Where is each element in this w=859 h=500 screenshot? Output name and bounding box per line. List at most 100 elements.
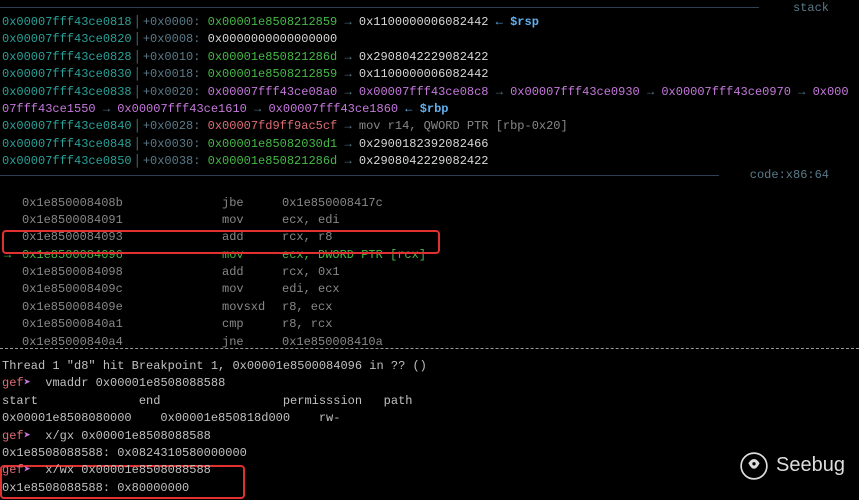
instr-operands: rcx, 0x1 (282, 265, 340, 279)
stack-addr: 0x00007fff43ce0830 (2, 67, 132, 81)
stack-val: 0x00007fff43ce08c8 (359, 85, 489, 99)
disasm-row: 0x1e8500084091movecx, edi (22, 212, 859, 229)
stack-addr: 0x00007fff43ce0820 (2, 32, 132, 46)
stack-val: 0x00007fff43ce08a0 (208, 85, 338, 99)
code-panel-label: code:x86:64 (750, 167, 829, 184)
stack-row: 0x00007fff43ce0838│+0x0020: 0x00007fff43… (2, 84, 859, 101)
instr-operands: 0x1e850008417c (282, 196, 383, 210)
gdb-console[interactable]: Thread 1 "d8" hit Breakpoint 1, 0x00001e… (2, 358, 857, 497)
disasm-row: 0x1e850008409emovsxdr8, ecx (22, 299, 859, 316)
vmmap-row: 0x00001e8508080000 0x00001e850818d000 rw… (2, 410, 857, 427)
stack-val: 0x2908042229082422 (359, 50, 489, 64)
instr-mnemonic: cmp (222, 316, 282, 333)
instr-addr: 0x1e850008408b (22, 195, 222, 212)
stack-offset: +0x0018: (143, 67, 208, 81)
stack-val: 0x2908042229082422 (359, 154, 489, 168)
stack-val: 0x0000000000000000 (208, 32, 338, 46)
stack-row: 0x00007fff43ce0848│+0x0030: 0x00001e8508… (2, 136, 859, 153)
code-rule (0, 175, 719, 176)
stack-row: 0x00007fff43ce0820│+0x0008: 0x0000000000… (2, 31, 859, 48)
disassembly: 0x1e850008408bjbe0x1e850008417c0x1e85000… (0, 195, 859, 352)
stack-addr: 0x00007fff43ce0838 (2, 85, 132, 99)
instr-mnemonic: jbe (222, 195, 282, 212)
stack-val: 0x00007fff43ce0970 (661, 85, 791, 99)
stack-val: 0x2900182392082466 (359, 137, 489, 151)
disasm-row: 0x1e85000840a1cmpr8, rcx (22, 316, 859, 333)
stack-offset: +0x0008: (143, 32, 208, 46)
stack-val: 0x000 (813, 85, 849, 99)
stack-panel-label: stack (793, 0, 829, 17)
stack-val: 0x00001e850821286d (208, 50, 338, 64)
stack-addr: 0x00007fff43ce0848 (2, 137, 132, 151)
stack-val: 0x00001e850821286d (208, 154, 338, 168)
instr-mnemonic: add (222, 264, 282, 281)
instr-addr: 0x1e8500084096 (22, 247, 222, 264)
disasm-row: →0x1e8500084096movecx, DWORD PTR [rcx] (22, 247, 859, 264)
seebug-icon (740, 452, 768, 480)
stack-addr: 0x00007fff43ce0850 (2, 154, 132, 168)
seebug-text: Seebug (776, 451, 845, 480)
stack-val: 0x00001e8508212859 (208, 15, 338, 29)
stack-row: 0x00007fff43ce0830│+0x0018: 0x00001e8508… (2, 66, 859, 83)
instr-operands: r8, ecx (282, 300, 332, 314)
instr-addr: 0x1e850008409c (22, 281, 222, 298)
stack-val: 07fff43ce1550 (2, 102, 96, 116)
instr-addr: 0x1e850008409e (22, 299, 222, 316)
stack-row: 0x00007fff43ce0828│+0x0010: 0x00001e8508… (2, 49, 859, 66)
stack-register-marker: ← $rsp (496, 15, 539, 29)
disasm-row: 0x1e8500084093addrcx, r8 (22, 229, 859, 246)
stack-val: 0x00007fd9ff9ac5cf (208, 119, 338, 133)
breakpoint-line: Thread 1 "d8" hit Breakpoint 1, 0x00001e… (2, 358, 857, 375)
stack-offset: +0x0020: (143, 85, 208, 99)
stack-offset: +0x0038: (143, 154, 208, 168)
stack-dump: 0x00007fff43ce0818│+0x0000: 0x00001e8508… (0, 0, 859, 171)
stack-register-marker: ← $rbp (405, 102, 448, 116)
stack-rule (0, 7, 759, 8)
stack-row: 0x00007fff43ce0818│+0x0000: 0x00001e8508… (2, 14, 859, 31)
gef-cmd[interactable]: gef➤ x/gx 0x00001e8508088588 (2, 428, 857, 445)
stack-row: 07fff43ce1550 → 0x00007fff43ce1610 → 0x0… (2, 101, 859, 118)
stack-val: 0x1100000006082442 (359, 15, 489, 29)
stack-val: mov r14, QWORD PTR [rbp-0x20] (359, 119, 568, 133)
instr-operands: edi, ecx (282, 282, 340, 296)
stack-addr: 0x00007fff43ce0818 (2, 15, 132, 29)
instr-addr: 0x1e8500084098 (22, 264, 222, 281)
instr-mnemonic: mov (222, 247, 282, 264)
instr-mnemonic: mov (222, 212, 282, 229)
instr-mnemonic: mov (222, 281, 282, 298)
instr-operands: rcx, r8 (282, 230, 332, 244)
instr-addr: 0x1e85000840a1 (22, 316, 222, 333)
stack-val: 0x00007fff43ce1610 (117, 102, 247, 116)
stack-addr: 0x00007fff43ce0828 (2, 50, 132, 64)
gef-cmd[interactable]: gef➤ x/wx 0x00001e8508088588 (2, 462, 857, 479)
examine-output: 0x1e8508088588: 0x80000000 (2, 480, 857, 497)
pc-arrow-icon: → (4, 247, 11, 264)
instr-operands: 0x1e850008410a (282, 335, 383, 349)
gef-cmd[interactable]: gef➤ vmaddr 0x00001e8508088588 (2, 375, 857, 392)
stack-row: 0x00007fff43ce0850│+0x0038: 0x00001e8508… (2, 153, 859, 170)
disasm-row: 0x1e8500084098addrcx, 0x1 (22, 264, 859, 281)
disasm-row: 0x1e850008409cmovedi, ecx (22, 281, 859, 298)
console-rule (0, 348, 859, 349)
stack-offset: +0x0030: (143, 137, 208, 151)
instr-mnemonic: movsxd (222, 299, 282, 316)
instr-operands: ecx, edi (282, 213, 340, 227)
instr-operands: ecx, DWORD PTR [rcx] (282, 248, 426, 262)
disasm-row: 0x1e850008408bjbe0x1e850008417c (22, 195, 859, 212)
stack-val: 0x00001e85082030d1 (208, 137, 338, 151)
stack-offset: +0x0028: (143, 119, 208, 133)
stack-offset: +0x0010: (143, 50, 208, 64)
instr-addr: 0x1e8500084091 (22, 212, 222, 229)
stack-val: 0x00007fff43ce1860 (268, 102, 398, 116)
vmmap-header: start end permisssion path (2, 393, 857, 410)
stack-row: 0x00007fff43ce0840│+0x0028: 0x00007fd9ff… (2, 118, 859, 135)
instr-operands: r8, rcx (282, 317, 332, 331)
stack-addr: 0x00007fff43ce0840 (2, 119, 132, 133)
instr-addr: 0x1e8500084093 (22, 229, 222, 246)
stack-offset: +0x0000: (143, 15, 208, 29)
stack-val: 0x00001e8508212859 (208, 67, 338, 81)
examine-output: 0x1e8508088588: 0x0824310580000000 (2, 445, 857, 462)
seebug-logo: Seebug (740, 451, 845, 480)
stack-val: 0x1100000006082442 (359, 67, 489, 81)
stack-val: 0x00007fff43ce0930 (510, 85, 640, 99)
